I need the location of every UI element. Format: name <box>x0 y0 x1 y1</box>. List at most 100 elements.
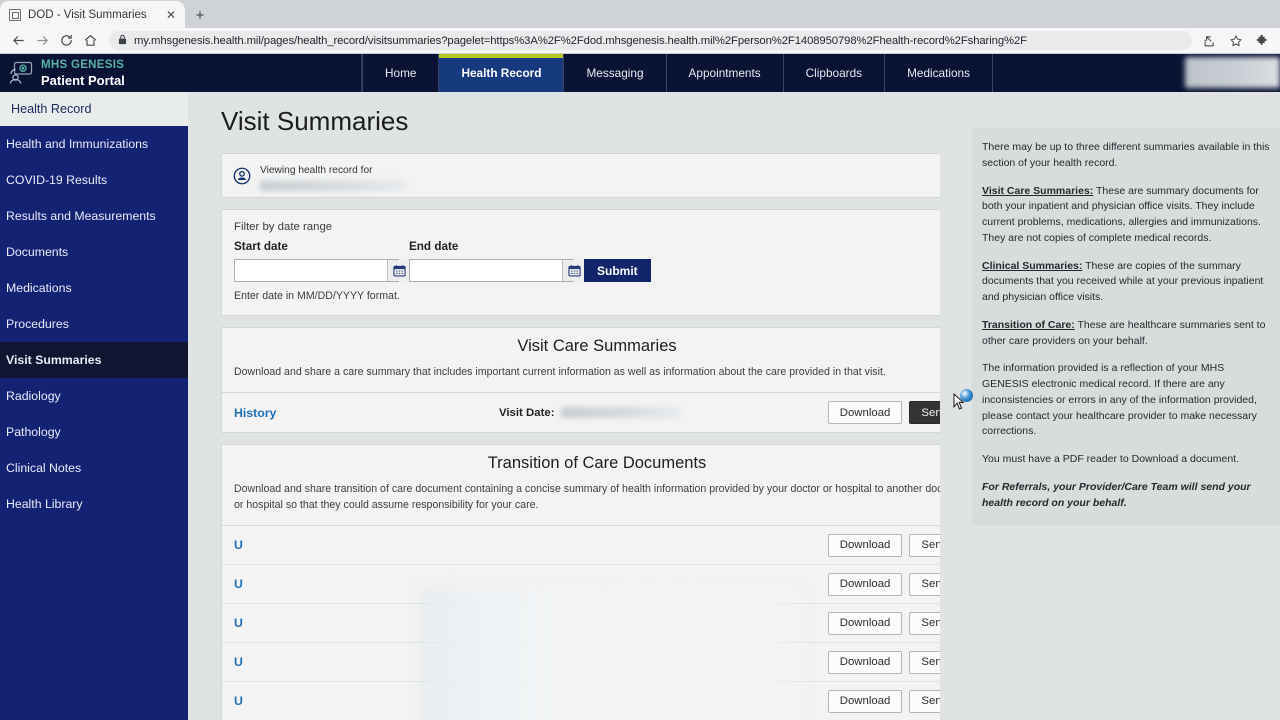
main-content: Visit Summaries Viewing health record fo… <box>188 92 1280 720</box>
viewing-record-banner: Viewing health record for <box>221 153 973 198</box>
info-text: For Referrals, your Provider/Care Team w… <box>982 481 1251 509</box>
download-button[interactable]: Download <box>828 401 903 424</box>
sidebar: Health Record Health and Immunizations C… <box>0 92 188 720</box>
sidebar-item-covid-19-results[interactable]: COVID-19 Results <box>0 162 188 198</box>
sidebar-item-pathology[interactable]: Pathology <box>0 414 188 450</box>
browser-tab[interactable]: DOD - Visit Summaries ✕ <box>0 1 185 28</box>
transition-of-care-title: Transition of Care Documents <box>234 454 960 473</box>
nav-tab-home[interactable]: Home <box>362 54 439 92</box>
sidebar-item-radiology[interactable]: Radiology <box>0 378 188 414</box>
nav-tab-medications[interactable]: Medications <box>885 54 993 92</box>
info-lead: Transition of Care: <box>982 319 1075 331</box>
nav-tab-appointments[interactable]: Appointments <box>667 54 784 92</box>
info-paragraph: For Referrals, your Provider/Care Team w… <box>982 480 1272 512</box>
table-row: U Download Send <box>222 565 972 604</box>
document-link[interactable]: U <box>234 694 243 708</box>
browser-toolbar: my.mhsgenesis.health.mil/pages/health_re… <box>0 28 1280 54</box>
toolbar-icon-group <box>1199 30 1273 52</box>
home-icon[interactable] <box>79 30 101 52</box>
info-paragraph: Transition of Care: These are healthcare… <box>982 318 1272 350</box>
info-paragraph: There may be up to three different summa… <box>982 140 1272 172</box>
table-row: U Download Send <box>222 604 972 643</box>
user-account-button[interactable] <box>1185 57 1280 88</box>
info-text: There may be up to three different summa… <box>982 141 1270 169</box>
info-text: You must have a PDF reader to Download a… <box>982 453 1239 465</box>
forward-arrow-icon[interactable] <box>31 30 53 52</box>
table-row: History Visit Date: Download Send <box>222 393 972 432</box>
browser-tab-strip: DOD - Visit Summaries ✕ + <box>0 0 1280 28</box>
sidebar-item-medications[interactable]: Medications <box>0 270 188 306</box>
puzzle-icon[interactable] <box>1251 30 1273 52</box>
nav-tab-clipboards[interactable]: Clipboards <box>784 54 885 92</box>
download-button[interactable]: Download <box>828 573 903 596</box>
mhs-genesis-logo-icon <box>8 61 34 85</box>
end-date-label: End date <box>409 240 574 253</box>
document-link[interactable]: U <box>234 616 243 630</box>
visit-care-summaries-section: Visit Care Summaries Download and share … <box>221 327 973 433</box>
sidebar-item-results-and-measurements[interactable]: Results and Measurements <box>0 198 188 234</box>
end-date-calendar-icon[interactable] <box>562 260 586 281</box>
download-button[interactable]: Download <box>828 690 903 713</box>
table-row: U Download Send <box>222 643 972 682</box>
info-paragraph: You must have a PDF reader to Download a… <box>982 452 1272 468</box>
download-button[interactable]: Download <box>828 612 903 635</box>
info-paragraph: Visit Care Summaries: These are summary … <box>982 184 1272 247</box>
info-panel: There may be up to three different summa… <box>940 92 1260 720</box>
download-button[interactable]: Download <box>828 534 903 557</box>
sidebar-item-health-library[interactable]: Health Library <box>0 486 188 522</box>
sidebar-item-procedures[interactable]: Procedures <box>0 306 188 342</box>
date-format-hint: Enter date in MM/DD/YYYY format. <box>234 290 960 302</box>
table-row: U Download Send <box>222 526 972 565</box>
primary-nav: Home Health Record Messaging Appointment… <box>362 54 1280 92</box>
info-paragraph: The information provided is a reflection… <box>982 361 1272 440</box>
end-date-input[interactable] <box>410 260 562 281</box>
info-lead: Visit Care Summaries: <box>982 185 1093 197</box>
lock-icon <box>118 32 127 50</box>
history-link[interactable]: History <box>234 406 499 420</box>
page-favicon-icon <box>9 9 21 21</box>
document-link[interactable]: U <box>234 577 243 591</box>
visit-date-redacted <box>561 407 679 418</box>
click-indicator <box>960 389 973 402</box>
download-button[interactable]: Download <box>828 651 903 674</box>
transition-of-care-description: Download and share transition of care do… <box>234 482 960 513</box>
share-icon[interactable] <box>1199 30 1221 52</box>
sidebar-item-clinical-notes[interactable]: Clinical Notes <box>0 450 188 486</box>
table-row: U Download Send <box>222 682 972 720</box>
date-range-filter: Filter by date range Start date <box>221 209 973 316</box>
document-link[interactable]: U <box>234 655 243 669</box>
info-lead: Clinical Summaries: <box>982 260 1082 272</box>
sidebar-item-documents[interactable]: Documents <box>0 234 188 270</box>
document-link[interactable]: U <box>234 538 243 552</box>
reload-icon[interactable] <box>55 30 77 52</box>
start-date-label: Start date <box>234 240 399 253</box>
patient-name-redacted <box>260 181 405 191</box>
visit-date-cell: Visit Date: <box>499 407 828 419</box>
brand-logo-block[interactable]: MHS GENESIS Patient Portal <box>0 54 362 92</box>
sidebar-item-visit-summaries[interactable]: Visit Summaries <box>0 342 188 378</box>
new-tab-button[interactable]: + <box>187 2 213 28</box>
browser-tab-title: DOD - Visit Summaries <box>28 9 156 21</box>
start-date-group: Start date <box>234 240 399 282</box>
info-paragraph: Clinical Summaries: These are copies of … <box>982 259 1272 306</box>
viewing-record-label: Viewing health record for <box>260 165 373 176</box>
back-arrow-icon[interactable] <box>7 30 29 52</box>
submit-button[interactable]: Submit <box>584 259 651 282</box>
page-body: Health Record Health and Immunizations C… <box>0 92 1280 720</box>
patient-avatar-icon <box>233 167 251 185</box>
start-date-input[interactable] <box>235 260 387 281</box>
end-date-group: End date <box>409 240 574 282</box>
brand-title-secondary: Patient Portal <box>41 73 125 88</box>
omnibox[interactable]: my.mhsgenesis.health.mil/pages/health_re… <box>109 31 1192 50</box>
filter-legend: Filter by date range <box>234 221 960 233</box>
sidebar-heading: Health Record <box>0 92 188 126</box>
info-text: The information provided is a reflection… <box>982 362 1257 437</box>
start-date-calendar-icon[interactable] <box>387 260 411 281</box>
nav-tab-messaging[interactable]: Messaging <box>564 54 666 92</box>
nav-tab-health-record[interactable]: Health Record <box>439 54 564 92</box>
star-icon[interactable] <box>1225 30 1247 52</box>
close-icon[interactable]: ✕ <box>163 7 179 23</box>
sidebar-item-health-and-immunizations[interactable]: Health and Immunizations <box>0 126 188 162</box>
address-bar-url: my.mhsgenesis.health.mil/pages/health_re… <box>134 35 1027 47</box>
transition-of-care-section: Transition of Care Documents Download an… <box>221 444 973 720</box>
